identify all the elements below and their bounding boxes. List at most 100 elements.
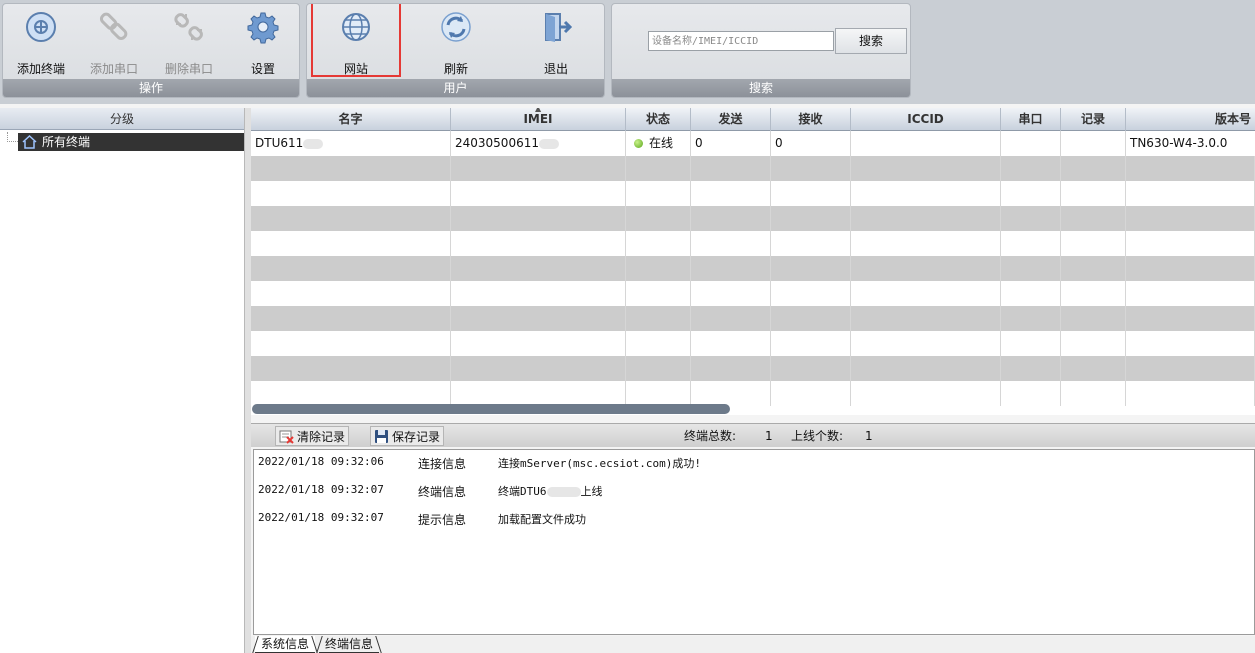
empty-cell bbox=[851, 306, 1001, 331]
empty-cell bbox=[1126, 381, 1255, 406]
empty-cell bbox=[626, 381, 691, 406]
grid-header: 名字 IMEI ▲ 状态 发送 接收 ICCID 串口 记录 版本号 bbox=[251, 108, 1255, 131]
column-header-send[interactable]: 发送 bbox=[691, 108, 771, 131]
cell-record bbox=[1061, 131, 1126, 156]
website-button[interactable]: 网站 bbox=[311, 4, 401, 77]
settings-button[interactable]: 设置 bbox=[227, 8, 299, 78]
refresh-button[interactable]: 刷新 bbox=[420, 8, 492, 78]
column-header-version[interactable]: 版本号 bbox=[1126, 108, 1255, 131]
empty-cell bbox=[771, 306, 851, 331]
cell-version: TN630-W4-3.0.0 bbox=[1130, 136, 1228, 150]
system-log[interactable]: 2022/01/18 09:32:06 连接信息 连接mServer(msc.e… bbox=[253, 449, 1255, 635]
empty-cell bbox=[691, 156, 771, 181]
exit-button[interactable]: 退出 bbox=[520, 8, 592, 78]
add-port-button[interactable]: 添加串口 bbox=[78, 8, 150, 78]
empty-cell bbox=[451, 256, 626, 281]
empty-cell bbox=[1126, 281, 1255, 306]
user-group: 网站 刷新 退出 用户 bbox=[306, 3, 605, 98]
operate-group: 添加终端 添加串口 删除串口 设置 操作 bbox=[2, 3, 300, 98]
table-row-empty bbox=[251, 181, 1255, 206]
column-header-record[interactable]: 记录 bbox=[1061, 108, 1126, 131]
empty-cell bbox=[851, 331, 1001, 356]
table-row-empty bbox=[251, 356, 1255, 381]
empty-cell bbox=[451, 181, 626, 206]
add-terminal-button[interactable]: 添加终端 bbox=[5, 8, 77, 78]
cell-status: 在线 bbox=[626, 131, 691, 156]
cell-name-text: DTU611 bbox=[255, 136, 304, 150]
redaction-blur bbox=[546, 487, 581, 497]
column-header-port[interactable]: 串口 bbox=[1001, 108, 1061, 131]
empty-cell bbox=[1001, 306, 1061, 331]
empty-cell bbox=[691, 206, 771, 231]
column-header-receive[interactable]: 接收 bbox=[771, 108, 851, 131]
save-icon bbox=[375, 430, 388, 443]
empty-cell bbox=[771, 256, 851, 281]
table-row-empty bbox=[251, 306, 1255, 331]
column-header-iccid[interactable]: ICCID bbox=[851, 108, 1001, 131]
clear-log-button[interactable]: 清除记录 bbox=[275, 426, 350, 446]
cell-iccid bbox=[851, 131, 1001, 156]
empty-cell bbox=[1061, 281, 1126, 306]
column-header-name[interactable]: 名字 bbox=[251, 108, 451, 131]
empty-cell bbox=[851, 356, 1001, 381]
table-row-empty bbox=[251, 156, 1255, 181]
operate-caption: 操作 bbox=[3, 79, 299, 97]
search-button[interactable]: 搜索 bbox=[835, 28, 907, 54]
log-toolbar: 清除记录 保存记录 终端总数: 1 上线个数: 1 bbox=[251, 423, 1255, 447]
globe-icon bbox=[342, 13, 370, 41]
empty-cell bbox=[451, 206, 626, 231]
empty-cell bbox=[1061, 156, 1126, 181]
empty-cell bbox=[1001, 206, 1061, 231]
empty-cell bbox=[626, 231, 691, 256]
empty-cell bbox=[1126, 231, 1255, 256]
empty-cell bbox=[251, 256, 451, 281]
cell-status-text: 在线 bbox=[649, 136, 674, 150]
delete-port-button[interactable]: 删除串口 bbox=[153, 8, 225, 78]
empty-cell bbox=[1061, 356, 1126, 381]
table-row-empty bbox=[251, 231, 1255, 256]
empty-cell bbox=[451, 231, 626, 256]
empty-cell bbox=[1061, 231, 1126, 256]
empty-cell bbox=[1001, 181, 1061, 206]
empty-cell bbox=[691, 256, 771, 281]
empty-cell bbox=[251, 206, 451, 231]
empty-cell bbox=[771, 356, 851, 381]
empty-cell bbox=[771, 156, 851, 181]
empty-cell bbox=[1126, 306, 1255, 331]
empty-cell bbox=[251, 156, 451, 181]
add-port-label: 添加串口 bbox=[89, 62, 138, 76]
tree-connector bbox=[7, 132, 18, 142]
tab-terminal-info[interactable]: 终端信息 bbox=[319, 636, 380, 653]
log-message-prefix: 终端DTU6 bbox=[498, 485, 547, 498]
empty-cell bbox=[771, 231, 851, 256]
empty-cell bbox=[251, 331, 451, 356]
cell-name: DTU611 bbox=[251, 131, 451, 156]
link-icon bbox=[99, 12, 128, 41]
empty-cell bbox=[626, 356, 691, 381]
empty-cell bbox=[1126, 356, 1255, 381]
search-caption: 搜索 bbox=[612, 79, 910, 97]
search-group: 搜索 搜索 bbox=[611, 3, 911, 98]
empty-cell bbox=[626, 181, 691, 206]
table-row[interactable]: DTU611 2403050061​1 在线 0 0 TN630-W4-3.0.… bbox=[251, 131, 1255, 156]
clear-icon bbox=[279, 430, 294, 444]
empty-cell bbox=[851, 181, 1001, 206]
redaction-blur bbox=[303, 138, 324, 149]
redaction-blur bbox=[538, 138, 559, 149]
clear-log-label: 清除记录 bbox=[297, 430, 346, 444]
empty-cell bbox=[626, 256, 691, 281]
cell-imei-text: 2403050061​1 bbox=[455, 136, 539, 150]
tab-system-info[interactable]: 系统信息 bbox=[255, 636, 316, 653]
home-icon bbox=[22, 134, 37, 149]
tree-node-all-terminals[interactable]: 所有终端 bbox=[18, 133, 244, 151]
column-header-status[interactable]: 状态 bbox=[626, 108, 691, 131]
empty-cell bbox=[626, 156, 691, 181]
search-input[interactable] bbox=[648, 31, 834, 51]
empty-cell bbox=[1126, 331, 1255, 356]
ribbon-toolbar: 添加终端 添加串口 删除串口 设置 操作 网站 刷新 退出 用户 设备名称/IM… bbox=[0, 0, 1255, 104]
save-log-button[interactable]: 保存记录 bbox=[370, 426, 445, 446]
empty-cell bbox=[251, 181, 451, 206]
table-row-empty bbox=[251, 281, 1255, 306]
unlink-icon bbox=[174, 13, 203, 41]
horizontal-scrollbar[interactable] bbox=[252, 404, 730, 414]
